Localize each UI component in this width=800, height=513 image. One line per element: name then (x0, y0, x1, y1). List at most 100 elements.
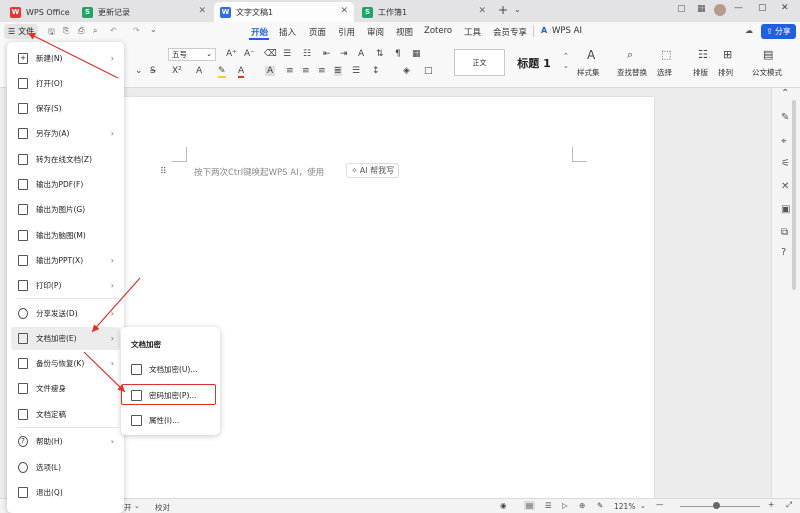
preview-icon[interactable]: ⌕ (93, 26, 97, 36)
eye-icon[interactable]: ◉ (500, 501, 507, 510)
menu-item-save-as[interactable]: 另存为(A) › (11, 122, 120, 145)
help-icon[interactable]: ? (781, 247, 786, 258)
tools-icon[interactable]: ✕ (781, 181, 789, 192)
export-icon[interactable]: ⎘ (63, 26, 69, 36)
tab-page[interactable]: 页面 (309, 26, 326, 38)
fit-icon[interactable]: ⤢ (786, 500, 792, 510)
zoom-slider-thumb[interactable] (713, 502, 720, 509)
shading-icon[interactable]: ◈ (403, 66, 410, 76)
distribute-icon[interactable]: ☰ (352, 66, 360, 76)
tab-wps-office[interactable]: W WPS Office (4, 2, 74, 22)
shrink-font-icon[interactable]: A⁻ (244, 49, 255, 59)
tab-member[interactable]: 会员专享 (493, 26, 527, 38)
pen-mode-icon[interactable]: ✎ (597, 501, 603, 510)
arrange-label[interactable]: 排列 (718, 67, 733, 78)
chevron-down-icon[interactable]: ⌄ (134, 502, 140, 510)
redo-icon[interactable]: ↷ (133, 26, 140, 35)
tab-references[interactable]: 引用 (338, 26, 355, 38)
avatar[interactable] (714, 4, 726, 16)
doc-mode-icon[interactable]: ▤ (763, 48, 773, 61)
font-size-select[interactable]: 五号 ⌄ (168, 48, 216, 61)
menu-item-print[interactable]: 打印(P) › (11, 274, 120, 297)
tab-view[interactable]: 视图 (396, 26, 413, 38)
save-icon[interactable]: 🖫 (48, 26, 55, 40)
menu-item-slim[interactable]: 文件瘦身 (11, 377, 120, 400)
strikethrough-icon[interactable]: S̶ (150, 66, 156, 76)
share-doc-icon[interactable]: ⧉ (781, 227, 788, 238)
style-normal[interactable]: 正文 (454, 49, 505, 76)
justify-icon[interactable]: ≣ (334, 66, 342, 76)
close-tab-icon[interactable]: ✕ (198, 6, 206, 16)
sliders-icon[interactable]: ⚟ (781, 158, 790, 169)
status-page-info[interactable]: 开 (124, 502, 132, 513)
cloud-icon[interactable]: ☁ (745, 26, 753, 35)
undo-icon[interactable]: ↶ (110, 26, 117, 35)
pen-icon[interactable]: ✎ (781, 112, 789, 123)
grow-font-icon[interactable]: A⁺ (226, 49, 237, 59)
menu-item-share[interactable]: 分享发送(D) › (11, 302, 120, 325)
submenu-item-doc-encrypt[interactable]: 文档加密(U)... (125, 359, 216, 379)
tab-review[interactable]: 审阅 (367, 26, 384, 38)
menu-item-image[interactable]: 输出为图片(G) (11, 198, 120, 221)
tab-zotero[interactable]: Zotero (424, 26, 452, 36)
submenu-item-properties[interactable]: 属性(I)... (125, 410, 216, 430)
clear-format-icon[interactable]: ⌫ (264, 49, 277, 59)
doc-mode-label[interactable]: 公文模式 (752, 67, 782, 78)
play-icon[interactable]: ▷ (562, 501, 568, 510)
chevron-down-icon[interactable]: ⌄ (563, 62, 569, 70)
align-center-icon[interactable]: ≡ (302, 66, 310, 76)
outline-view-icon[interactable]: ☰ (545, 501, 552, 510)
char-shading-icon[interactable]: A (265, 66, 276, 76)
proofread-button[interactable]: 校对 (155, 502, 170, 513)
new-tab-icon[interactable]: + (498, 3, 508, 17)
highlight-icon[interactable]: ✎ (218, 66, 226, 78)
web-view-icon[interactable]: ⊕ (579, 501, 585, 510)
tab-document-1[interactable]: W 文字文稿1 ✕ (214, 2, 354, 22)
indent-icon[interactable]: ⇥ (340, 49, 348, 59)
image-icon[interactable]: ▣ (781, 204, 790, 215)
zoom-slider[interactable] (680, 506, 760, 507)
tab-workbook-1[interactable]: S 工作簿1 ✕ (356, 2, 492, 22)
layout-icon[interactable]: ▢ (677, 4, 686, 14)
menu-item-finalize[interactable]: 文档定稿 (11, 403, 120, 426)
menu-item-new[interactable]: + 新建(N) › (11, 47, 120, 70)
zoom-level[interactable]: 121% (614, 502, 635, 511)
tab-tools[interactable]: 工具 (464, 26, 481, 38)
font-color-icon[interactable]: A (238, 66, 245, 78)
chevron-down-icon[interactable]: ⌄ (150, 25, 157, 34)
bullets-icon[interactable]: ☰ (283, 49, 291, 59)
menu-item-mindmap[interactable]: 输出为脑图(M) (11, 224, 120, 247)
chevron-down-icon[interactable]: ⌄ (135, 66, 143, 76)
print-icon[interactable]: ⎙ (78, 26, 84, 36)
share-button[interactable]: ⇪ 分享 (761, 24, 796, 39)
find-replace-icon[interactable]: ⌕ (627, 48, 633, 62)
sort-label[interactable]: 排版 (693, 67, 708, 78)
menu-item-open[interactable]: 打开(O) (11, 72, 120, 95)
align-left-icon[interactable]: ≡ (286, 66, 294, 76)
grid-icon[interactable]: ▦ (697, 4, 706, 14)
file-menu-button[interactable]: ☰ 文件 (4, 24, 38, 39)
tab-insert[interactable]: 插入 (279, 26, 296, 38)
table-icon[interactable]: ▦ (412, 49, 421, 59)
chinese-layout-icon[interactable]: A (358, 49, 364, 59)
zoom-out-icon[interactable]: — (656, 500, 664, 509)
menu-item-exit[interactable]: 退出(Q) (11, 481, 120, 504)
menu-item-ppt[interactable]: 输出为PPT(X) › (11, 249, 120, 272)
sort-icon[interactable]: ⇅ (376, 49, 384, 59)
close-tab-icon[interactable]: ✕ (340, 6, 348, 16)
menu-item-save[interactable]: 保存(S) (11, 97, 120, 120)
chevron-down-icon[interactable]: ⌄ (640, 502, 646, 510)
tab-home[interactable]: 开始 (251, 26, 268, 38)
close-tab-icon[interactable]: ✕ (478, 6, 486, 16)
align-right-icon[interactable]: ≡ (318, 66, 326, 76)
line-spacing-icon[interactable]: ↕ (372, 66, 380, 76)
zoom-in-icon[interactable]: + (768, 500, 774, 509)
numbering-icon[interactable]: ☷ (303, 49, 311, 59)
menu-item-encrypt[interactable]: 文档加密(E) › (11, 327, 120, 350)
style-set-icon[interactable]: A (587, 48, 595, 62)
scrollbar[interactable] (792, 100, 796, 290)
ai-write-chip[interactable]: ✧ AI 帮我写 (346, 163, 400, 178)
arrange-icon[interactable]: ⊞ (723, 48, 732, 61)
menu-item-help[interactable]: ? 帮助(H) › (11, 430, 120, 453)
page-view-icon[interactable]: ▤ (524, 501, 536, 510)
